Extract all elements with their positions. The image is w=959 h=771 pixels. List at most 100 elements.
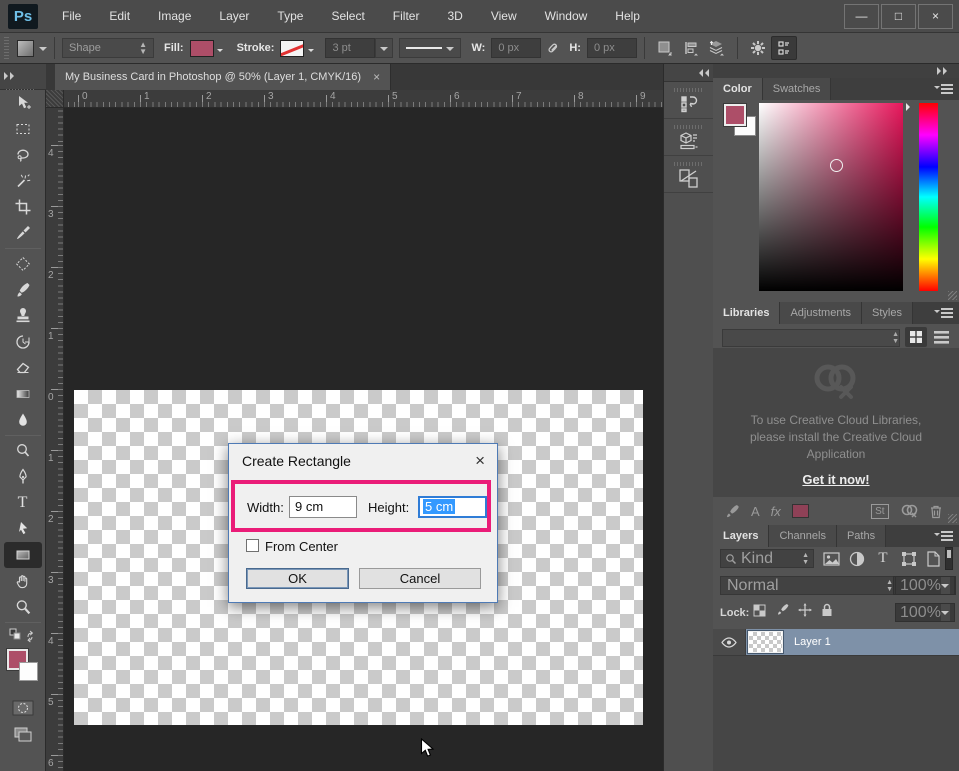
menu-file[interactable]: File	[48, 0, 95, 33]
stroke-width-field[interactable]: 3 pt	[325, 38, 375, 58]
dodge-tool[interactable]	[0, 438, 46, 464]
lasso-tool[interactable]	[0, 142, 46, 168]
path-operations-button[interactable]	[652, 36, 678, 60]
dialog-title-bar[interactable]: Create Rectangle	[229, 444, 497, 478]
panel-resize-grip[interactable]	[948, 291, 957, 300]
tab-color[interactable]: Color	[713, 78, 763, 100]
minimize-button[interactable]: —	[844, 4, 879, 29]
zoom-tool[interactable]	[0, 594, 46, 620]
background-color-swatch[interactable]	[19, 662, 38, 681]
stroke-type-select[interactable]	[399, 38, 461, 58]
crop-tool[interactable]	[0, 194, 46, 220]
menu-window[interactable]: Window	[531, 0, 602, 33]
fill-value-select[interactable]: 100%	[895, 603, 955, 622]
magic-wand-tool[interactable]	[0, 168, 46, 194]
3d-panel-button[interactable]	[664, 119, 713, 156]
toggle-panels-button[interactable]	[771, 36, 797, 60]
saturation-brightness-picker[interactable]	[759, 103, 903, 291]
panel-menu-icon[interactable]	[935, 531, 953, 541]
ok-button[interactable]: OK	[246, 568, 349, 589]
tab-channels[interactable]: Channels	[769, 525, 836, 547]
clone-stamp-tool[interactable]	[0, 303, 46, 329]
tab-layers[interactable]: Layers	[713, 525, 769, 547]
vertical-ruler[interactable]: 4 3 2 1 0 1 2 3 4 5 6	[46, 108, 64, 771]
type-tool[interactable]: T	[0, 490, 46, 516]
fill-color-picker[interactable]	[190, 40, 227, 57]
dialog-close-icon[interactable]: ×	[475, 451, 485, 471]
tool-preset-picker[interactable]	[17, 40, 47, 57]
filter-type-layers-icon[interactable]: T	[871, 549, 895, 568]
history-panel-button[interactable]	[664, 82, 713, 119]
horizontal-ruler[interactable]: 0 1 2 3 4 5 6 7 8 9	[64, 90, 663, 108]
default-swap-colors[interactable]	[0, 625, 46, 645]
menu-type[interactable]: Type	[263, 0, 317, 33]
trash-icon[interactable]	[929, 504, 943, 519]
eyedropper-tool[interactable]	[0, 220, 46, 246]
stroke-width-dropdown[interactable]	[375, 38, 393, 58]
stroke-color-picker[interactable]	[280, 40, 317, 57]
gear-icon[interactable]	[745, 36, 771, 60]
link-dimensions-icon[interactable]	[541, 36, 567, 60]
quick-mask-button[interactable]	[0, 695, 46, 721]
rectangle-tool[interactable]	[4, 542, 42, 568]
pen-tool[interactable]	[0, 464, 46, 490]
blend-mode-select[interactable]: Normal ▲▼	[720, 576, 900, 595]
move-tool[interactable]	[0, 90, 46, 116]
color-picker-marker[interactable]	[830, 159, 843, 172]
panel-menu-icon[interactable]	[935, 308, 953, 318]
hand-tool[interactable]	[0, 568, 46, 594]
menu-help[interactable]: Help	[601, 0, 654, 33]
tab-close-icon[interactable]: ×	[373, 70, 380, 84]
collapse-panels-button[interactable]	[713, 64, 959, 78]
shape-height-input[interactable]: 0 px	[587, 38, 637, 58]
panel-foreground-swatch[interactable]	[724, 104, 746, 126]
add-character-style-icon[interactable]: A	[751, 504, 760, 519]
panel-menu-icon[interactable]	[935, 84, 953, 94]
path-alignment-button[interactable]	[678, 36, 704, 60]
menu-select[interactable]: Select	[317, 0, 378, 33]
menu-image[interactable]: Image	[144, 0, 205, 33]
expand-panels-header[interactable]	[664, 64, 713, 82]
history-brush-tool[interactable]	[0, 329, 46, 355]
layer-row[interactable]: Layer 1	[713, 629, 959, 655]
layer-thumbnail[interactable]	[748, 631, 783, 653]
list-view-button[interactable]	[930, 327, 952, 347]
width-input[interactable]: 9 cm	[289, 496, 357, 518]
get-it-now-link[interactable]: Get it now!	[802, 472, 869, 487]
opacity-value-select[interactable]: 100%	[895, 576, 955, 595]
tab-paths[interactable]: Paths	[837, 525, 886, 547]
lock-all-icon[interactable]	[821, 603, 833, 617]
brush-tool[interactable]	[0, 277, 46, 303]
spot-healing-tool[interactable]	[0, 251, 46, 277]
menu-view[interactable]: View	[477, 0, 531, 33]
menu-3d[interactable]: 3D	[433, 0, 476, 33]
ruler-origin-corner[interactable]	[46, 90, 64, 108]
filter-pixel-layers-icon[interactable]	[819, 549, 843, 568]
tab-adjustments[interactable]: Adjustments	[780, 302, 862, 324]
panel-resize-grip[interactable]	[948, 514, 957, 523]
filter-shape-layers-icon[interactable]	[897, 549, 921, 568]
restore-button[interactable]: □	[881, 4, 916, 29]
grid-view-button[interactable]	[905, 327, 927, 347]
filter-adjustment-layers-icon[interactable]	[845, 549, 869, 568]
add-color-swatch-icon[interactable]	[792, 504, 809, 518]
canvas-area[interactable]	[64, 108, 663, 771]
path-arrangement-button[interactable]	[704, 36, 730, 60]
filter-toggle-switch[interactable]	[945, 547, 953, 570]
from-center-checkbox[interactable]	[246, 539, 259, 552]
eraser-tool[interactable]	[0, 355, 46, 381]
tab-libraries[interactable]: Libraries	[713, 302, 780, 324]
cancel-button[interactable]: Cancel	[359, 568, 481, 589]
shape-width-input[interactable]: 0 px	[491, 38, 541, 58]
screen-mode-button[interactable]	[0, 721, 46, 747]
hue-slider[interactable]	[919, 103, 938, 291]
menu-layer[interactable]: Layer	[205, 0, 263, 33]
blur-tool[interactable]	[0, 407, 46, 433]
filter-smart-objects-icon[interactable]	[921, 549, 945, 568]
lock-transparency-icon[interactable]	[753, 604, 766, 617]
stock-icon[interactable]: St	[871, 504, 889, 519]
close-button[interactable]: ×	[918, 4, 953, 29]
lock-pixels-icon[interactable]	[775, 603, 789, 617]
tab-styles[interactable]: Styles	[862, 302, 913, 324]
path-selection-tool[interactable]	[0, 516, 46, 542]
